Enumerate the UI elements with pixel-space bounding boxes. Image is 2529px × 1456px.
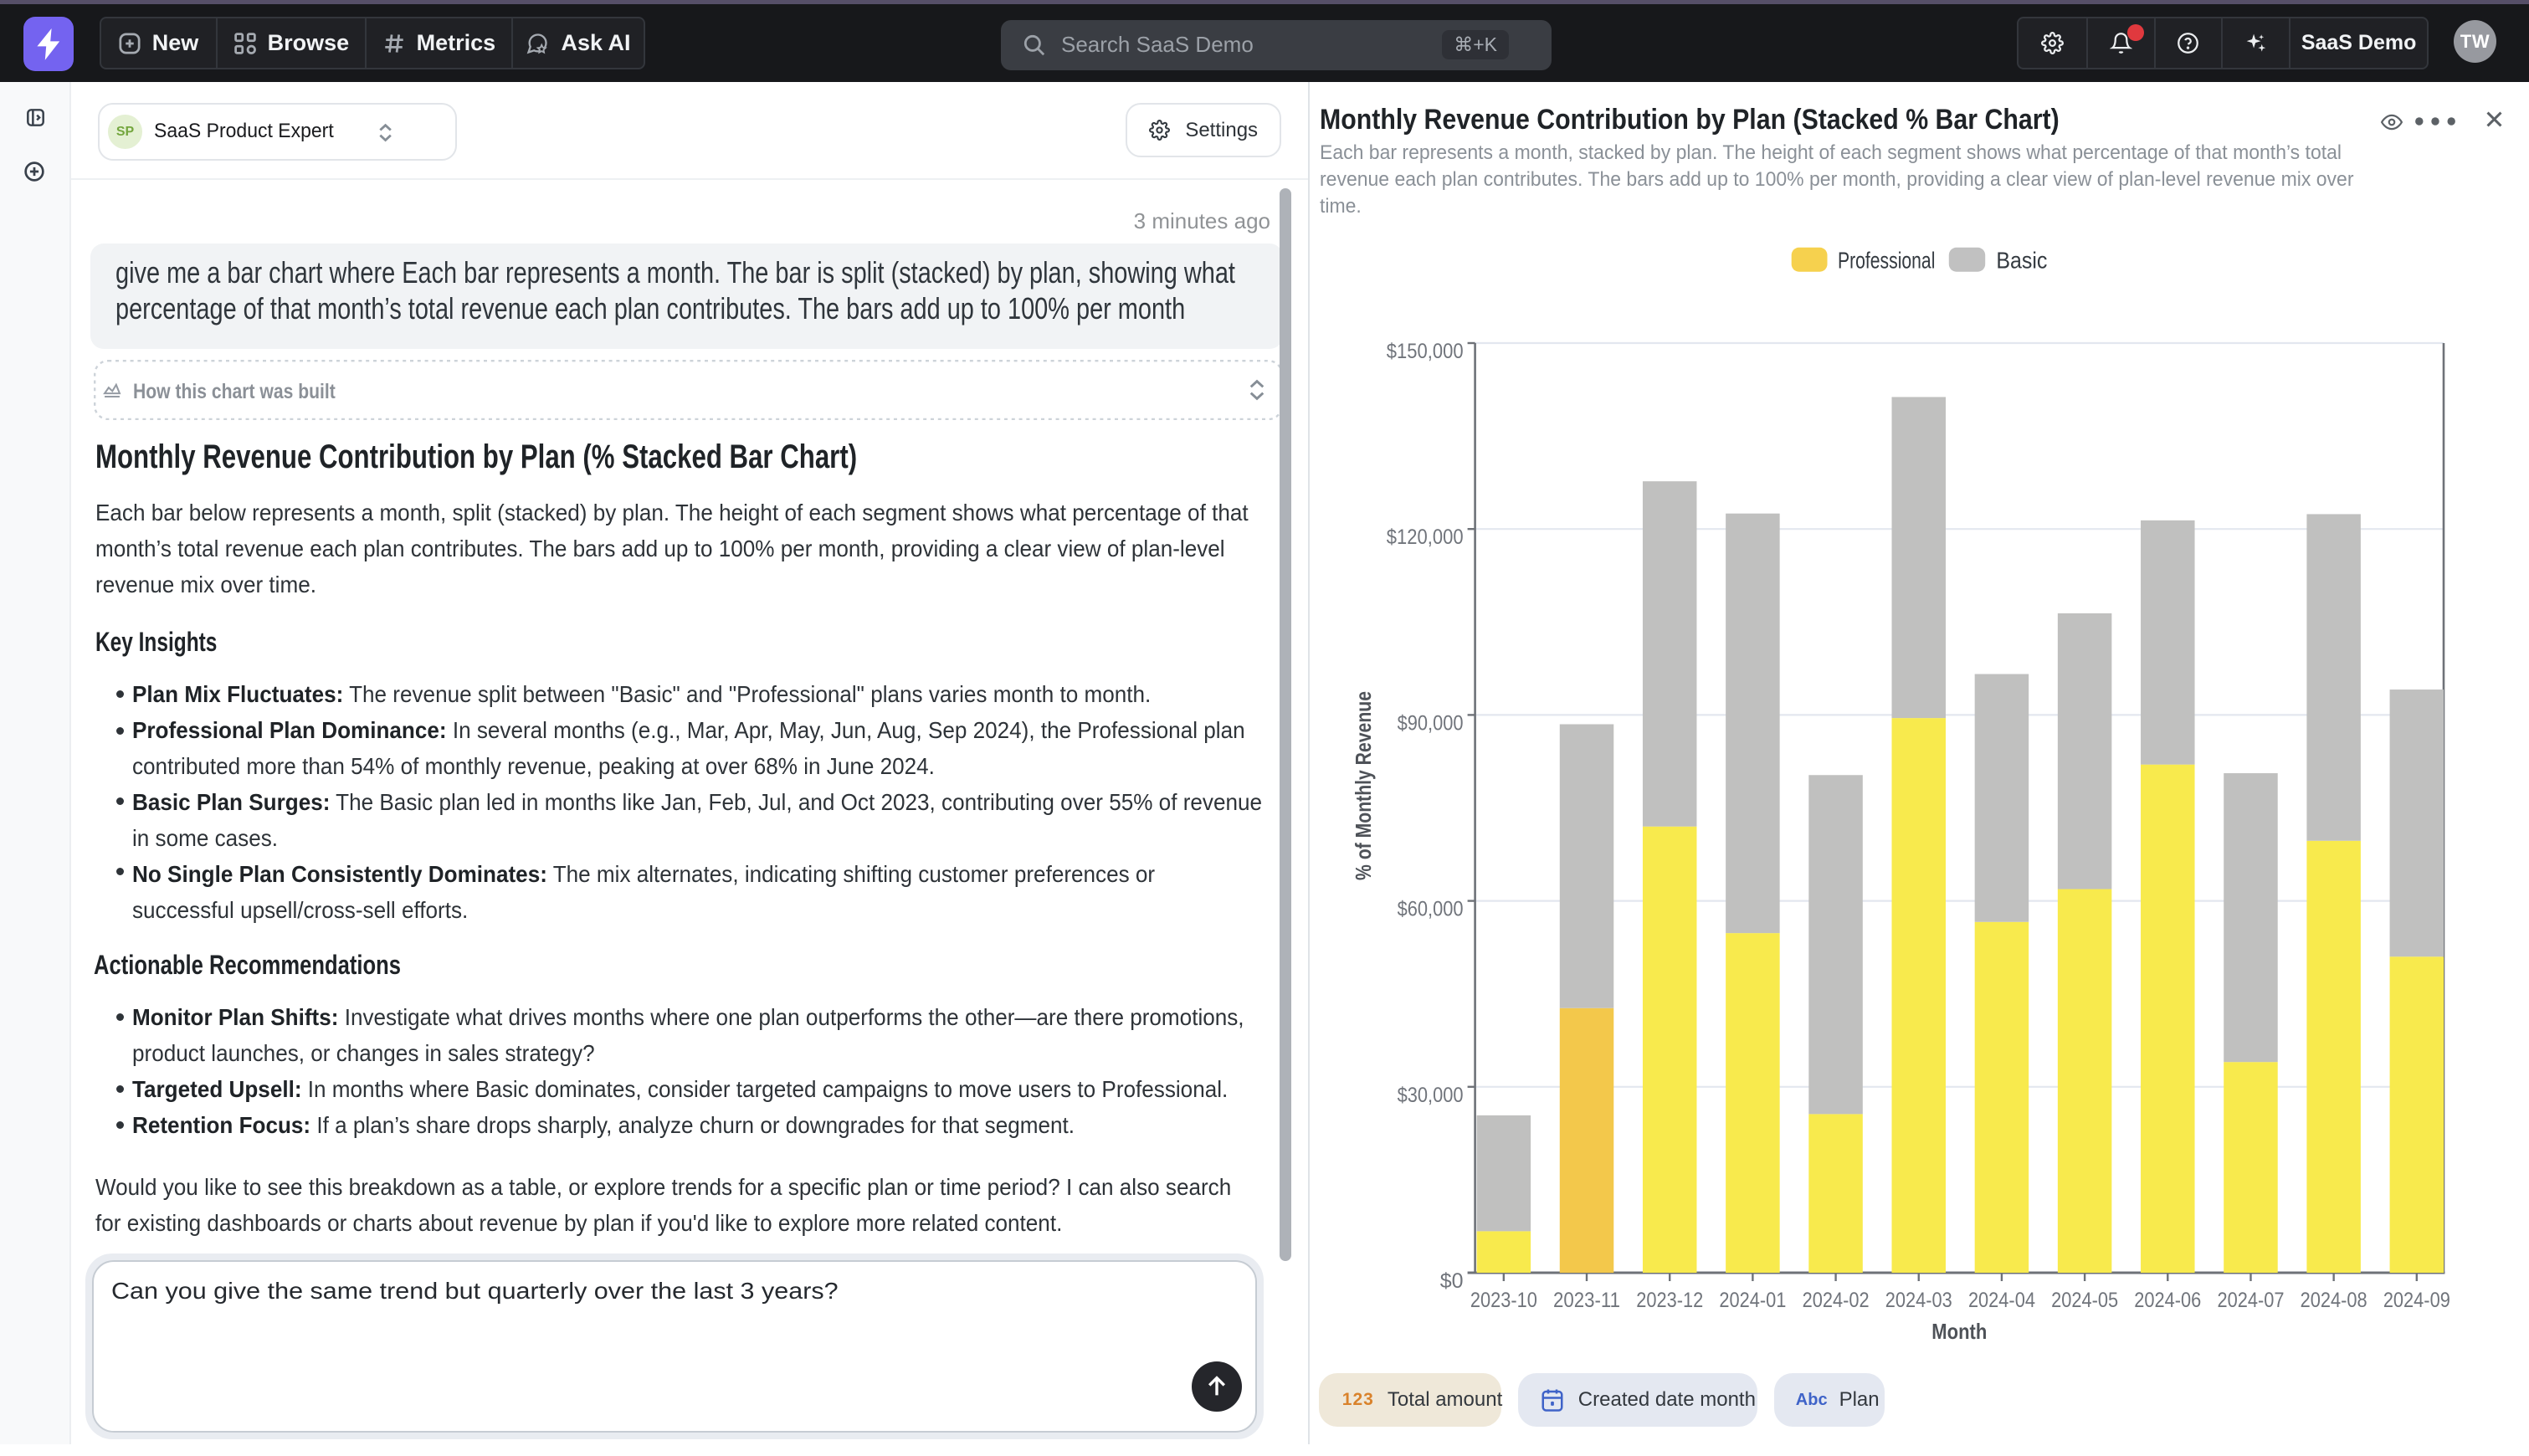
svg-text:$90,000: $90,000 — [1398, 711, 1464, 735]
svg-text:$60,000: $60,000 — [1398, 898, 1464, 921]
svg-text:2024-02: 2024-02 — [1803, 1289, 1870, 1312]
svg-text:% of Monthly Revenue: % of Monthly Revenue — [1351, 691, 1376, 880]
svg-text:$150,000: $150,000 — [1387, 340, 1464, 363]
svg-text:$120,000: $120,000 — [1387, 525, 1464, 549]
svg-text:2024-06: 2024-06 — [2134, 1289, 2201, 1312]
svg-text:2023-12: 2023-12 — [1636, 1289, 1703, 1312]
svg-text:$0: $0 — [1440, 1269, 1464, 1293]
svg-text:2023-11: 2023-11 — [1553, 1289, 1620, 1312]
svg-text:2024-08: 2024-08 — [2301, 1289, 2367, 1312]
svg-text:2024-09: 2024-09 — [2383, 1289, 2450, 1312]
svg-text:2024-01: 2024-01 — [1719, 1289, 1786, 1312]
svg-text:2024-05: 2024-05 — [2051, 1289, 2118, 1312]
svg-text:Month: Month — [1931, 1319, 1987, 1344]
svg-text:2024-03: 2024-03 — [1885, 1289, 1952, 1312]
svg-text:2023-10: 2023-10 — [1470, 1289, 1537, 1312]
svg-text:Basic: Basic — [1996, 248, 2047, 274]
svg-text:2024-07: 2024-07 — [2217, 1289, 2284, 1312]
svg-text:2024-04: 2024-04 — [1968, 1289, 2035, 1312]
svg-text:$30,000: $30,000 — [1398, 1084, 1464, 1107]
svg-text:Professional: Professional — [1838, 248, 1935, 274]
